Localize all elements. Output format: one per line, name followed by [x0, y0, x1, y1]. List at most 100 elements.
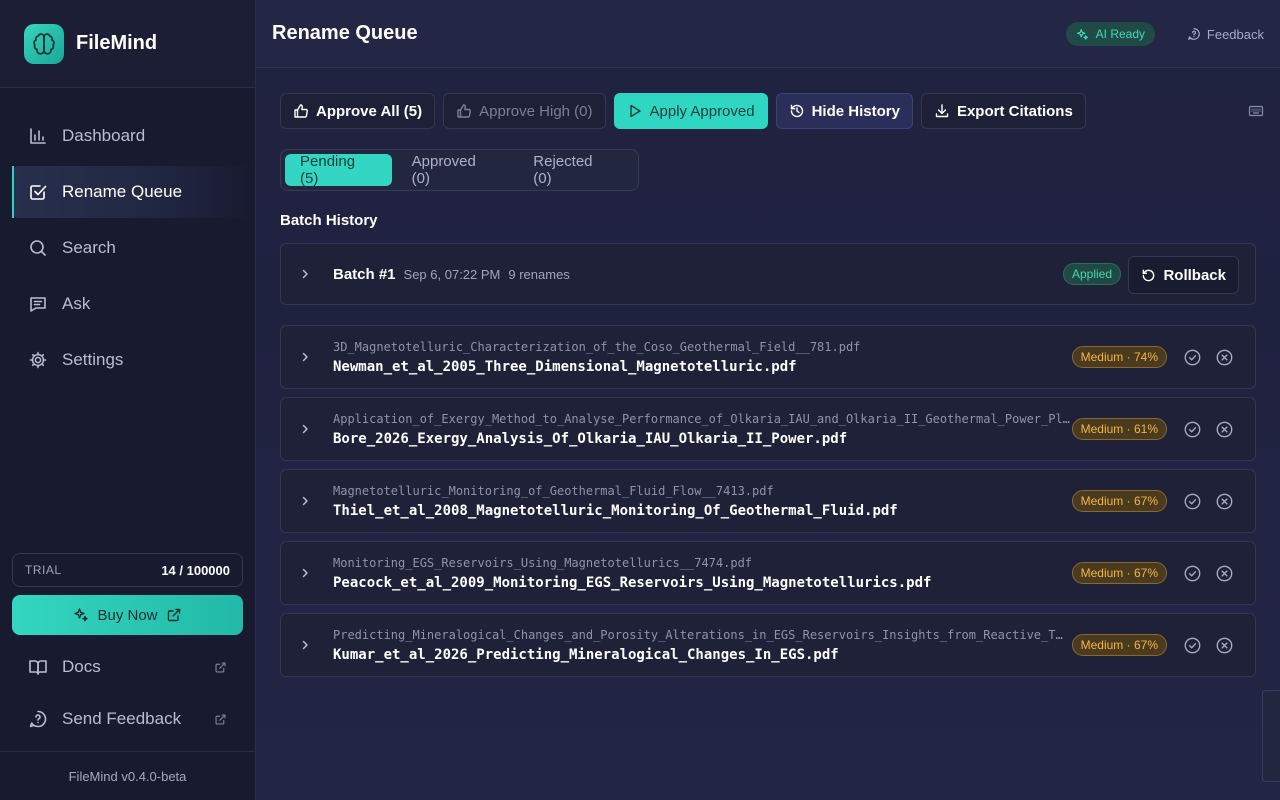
trial-count: 14 / 100000 — [161, 562, 230, 578]
send-feedback-label: Send Feedback — [62, 709, 182, 728]
original-filename: Predicting_Mineralogical_Changes_and_Por… — [333, 627, 1063, 642]
external-link-icon — [215, 713, 226, 725]
apply-approved-button[interactable]: Apply Approved — [613, 93, 768, 129]
tab-rejected[interactable]: Rejected (0) — [517, 153, 630, 187]
help-bubble-icon — [1188, 28, 1200, 40]
export-citations-button[interactable]: Export Citations — [920, 93, 1086, 129]
rotate-ccw-icon — [1143, 269, 1155, 281]
sparkles-icon — [1076, 28, 1088, 40]
list-item[interactable]: Monitoring_EGS_Reservoirs_Using_Magnetot… — [280, 541, 1256, 605]
file-names: Monitoring_EGS_Reservoirs_Using_Magnetot… — [333, 556, 1073, 591]
sidebar-item-label: Ask — [62, 294, 91, 313]
chevron-right-icon[interactable] — [299, 268, 311, 280]
trial-label: TRIAL — [25, 563, 62, 577]
search-icon — [30, 240, 46, 256]
sidebar-item-dashboard[interactable]: Dashboard — [12, 110, 255, 162]
docs-label: Docs — [62, 657, 101, 676]
top-bar: Rename Queue AI Ready Feedback — [256, 0, 1280, 68]
tab-pending[interactable]: Pending (5) — [285, 153, 392, 187]
rename-list: 3D_Magnetotelluric_Characterization_of_t… — [280, 325, 1256, 685]
sidebar-item-search[interactable]: Search — [12, 222, 255, 274]
approve-all-button[interactable]: Approve All (5) — [280, 93, 436, 129]
chevron-right-icon[interactable] — [299, 567, 311, 579]
download-icon — [935, 104, 949, 118]
sidebar-item-rename-queue[interactable]: Rename Queue — [12, 166, 255, 218]
approve-check-icon[interactable] — [1184, 421, 1201, 438]
approve-check-icon[interactable] — [1184, 493, 1201, 510]
chevron-right-icon[interactable] — [299, 423, 311, 435]
main-content: Rename Queue AI Ready Feedback Approve A… — [256, 0, 1280, 800]
bar-chart-icon — [30, 128, 46, 144]
confidence-badge: Medium · 67% — [1071, 490, 1167, 512]
rollback-label: Rollback — [1163, 266, 1226, 284]
hide-history-button[interactable]: Hide History — [775, 93, 913, 129]
original-filename: Application_of_Exergy_Method_to_Analyse_… — [333, 411, 1070, 426]
status-badge: Applied — [1062, 263, 1121, 285]
sidebar: FileMind Dashboard Rename Queue Search A… — [0, 0, 256, 800]
chevron-right-icon[interactable] — [299, 495, 311, 507]
trial-usage: TRIAL 14 / 100000 — [12, 553, 243, 587]
approve-check-icon[interactable] — [1184, 349, 1201, 366]
original-filename: Monitoring_EGS_Reservoirs_Using_Magnetot… — [333, 555, 753, 570]
batch-date: Sep 6, 07:22 PM — [403, 266, 501, 282]
approve-check-icon[interactable] — [1184, 565, 1201, 582]
confidence-badge: Medium · 74% — [1071, 346, 1167, 368]
chevron-right-icon[interactable] — [299, 351, 311, 363]
keyboard-icon[interactable] — [1248, 103, 1264, 119]
confidence-badge: Medium · 61% — [1071, 418, 1167, 440]
sidebar-item-ask[interactable]: Ask — [12, 278, 255, 330]
reject-x-icon[interactable] — [1216, 421, 1233, 438]
list-item[interactable]: 3D_Magnetotelluric_Characterization_of_t… — [280, 325, 1256, 389]
status-tabs: Pending (5) Approved (0) Rejected (0) — [280, 149, 639, 191]
rollback-button[interactable]: Rollback — [1128, 256, 1239, 294]
docs-link[interactable]: Docs — [12, 647, 243, 687]
list-item[interactable]: Magnetotelluric_Monitoring_of_Geothermal… — [280, 469, 1256, 533]
approve-high-button[interactable]: Approve High (0) — [443, 93, 606, 129]
app-version: FileMind v0.4.0-beta — [0, 751, 255, 800]
original-filename: Magnetotelluric_Monitoring_of_Geothermal… — [333, 483, 774, 498]
sidebar-item-label: Dashboard — [62, 126, 146, 145]
list-item[interactable]: Application_of_Exergy_Method_to_Analyse_… — [280, 397, 1256, 461]
external-link-icon — [167, 608, 180, 622]
gear-icon — [29, 351, 47, 369]
sparkles-icon — [74, 608, 89, 622]
thumbs-up-icon — [294, 104, 308, 118]
tab-approved[interactable]: Approved (0) — [396, 153, 514, 187]
sidebar-item-label: Settings — [62, 350, 124, 369]
reject-x-icon[interactable] — [1216, 349, 1233, 366]
sidebar-item-settings[interactable]: Settings — [12, 334, 255, 386]
external-link-icon — [215, 661, 226, 673]
checkbox-icon — [30, 185, 47, 200]
reject-x-icon[interactable] — [1216, 493, 1233, 510]
sidebar-nav: Dashboard Rename Queue Search Ask Settin… — [12, 110, 255, 390]
hide-history-label: Hide History — [811, 102, 900, 120]
brain-logo-icon — [24, 23, 64, 64]
suggested-filename: Peacock_et_al_2009_Monitoring_EGS_Reserv… — [333, 574, 932, 591]
ai-status-label: AI Ready — [1095, 27, 1145, 41]
confidence-badge: Medium · 67% — [1071, 634, 1167, 656]
batch-name: Batch #1 — [333, 265, 396, 283]
buy-now-button[interactable]: Buy Now — [12, 595, 243, 635]
app-name: FileMind — [76, 32, 158, 54]
approve-high-label: Approve High (0) — [479, 102, 593, 120]
brand: FileMind — [0, 0, 255, 88]
reject-x-icon[interactable] — [1216, 637, 1233, 654]
batch-row[interactable]: Batch #1 Sep 6, 07:22 PM 9 renames Appli… — [280, 243, 1256, 305]
thumbs-up-icon — [457, 104, 472, 118]
message-icon — [30, 297, 46, 312]
apply-approved-label: Apply Approved — [649, 102, 755, 120]
file-names: 3D_Magnetotelluric_Characterization_of_t… — [333, 340, 1073, 375]
approve-check-icon[interactable] — [1184, 637, 1201, 654]
batch-count: 9 renames — [508, 266, 570, 282]
ai-status-badge: AI Ready — [1065, 22, 1155, 46]
feedback-button[interactable]: Feedback — [1187, 22, 1264, 46]
confidence-badge: Medium · 67% — [1071, 562, 1167, 584]
suggested-filename: Kumar_et_al_2026_Predicting_Mineralogica… — [333, 646, 839, 663]
help-bubble-icon — [29, 710, 47, 728]
list-item[interactable]: Predicting_Mineralogical_Changes_and_Por… — [280, 613, 1256, 677]
batch-history-title: Batch History — [280, 212, 378, 229]
reject-x-icon[interactable] — [1216, 565, 1233, 582]
scroll-panel-handle[interactable] — [1262, 690, 1280, 782]
chevron-right-icon[interactable] — [299, 639, 311, 651]
send-feedback-link[interactable]: Send Feedback — [12, 699, 243, 739]
